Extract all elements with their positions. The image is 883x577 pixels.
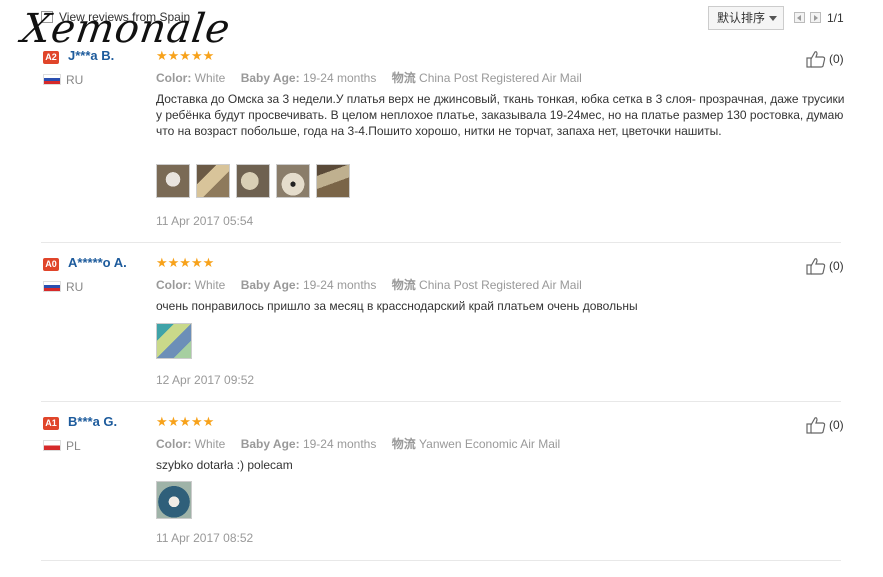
- review-text: szybko dotarła :) polecam: [156, 458, 293, 472]
- sort-dropdown[interactable]: 默认排序: [708, 6, 784, 30]
- chevron-down-icon: [769, 16, 777, 21]
- reviewer-name[interactable]: A*****o A.: [68, 255, 127, 270]
- order-info: Color: White Baby Age: 19-24 months 物流 C…: [156, 69, 594, 86]
- page-indicator: 1/1: [827, 11, 844, 25]
- helpful-button[interactable]: (0): [806, 50, 844, 68]
- review-photo-thumbnail[interactable]: [236, 164, 270, 198]
- shipping-value: China Post Registered Air Mail: [419, 278, 582, 292]
- review-date: 11 Apr 2017 08:52: [156, 531, 254, 545]
- age-label: Baby Age:: [240, 278, 300, 292]
- age-label: Baby Age:: [240, 437, 300, 451]
- review-date: 11 Apr 2017 05:54: [156, 214, 254, 228]
- age-value: 19-24 months: [302, 437, 377, 451]
- review-photos: [156, 164, 350, 198]
- order-info: Color: White Baby Age: 19-24 months 物流 Y…: [156, 435, 572, 452]
- review-photo-thumbnail[interactable]: [156, 481, 192, 519]
- color-value: White: [194, 278, 226, 292]
- helpful-button[interactable]: (0): [806, 257, 844, 275]
- next-page-button[interactable]: [810, 12, 821, 23]
- country-code: RU: [66, 280, 84, 294]
- order-info: Color: White Baby Age: 19-24 months 物流 C…: [156, 276, 594, 293]
- age-label: Baby Age:: [240, 71, 300, 85]
- country-code: RU: [66, 73, 84, 87]
- age-value: 19-24 months: [302, 71, 377, 85]
- helpful-count: (0): [829, 418, 844, 432]
- review-photos: [156, 323, 192, 359]
- shipping-label: 物流: [391, 437, 416, 451]
- sort-label: 默认排序: [717, 11, 766, 25]
- helpful-count: (0): [829, 52, 844, 66]
- helpful-count: (0): [829, 259, 844, 273]
- watermark-logo: Xemonale: [18, 6, 234, 52]
- color-label: Color:: [156, 278, 192, 292]
- review-photos: [156, 481, 192, 519]
- buyer-level-badge: A1: [43, 417, 59, 430]
- prev-page-button[interactable]: [794, 12, 805, 23]
- prev-arrow-icon: [797, 15, 801, 21]
- review-photo-thumbnail[interactable]: [316, 164, 350, 198]
- shipping-value: China Post Registered Air Mail: [419, 71, 582, 85]
- reviewer-name[interactable]: B***a G.: [68, 414, 117, 429]
- age-value: 19-24 months: [302, 278, 377, 292]
- buyer-level-badge: A0: [43, 258, 59, 271]
- review-photo-thumbnail[interactable]: [156, 323, 192, 359]
- review-photo-thumbnail[interactable]: [156, 164, 190, 198]
- color-value: White: [194, 71, 226, 85]
- review-divider: [41, 242, 841, 243]
- country-flag-icon: [43, 440, 61, 451]
- helpful-button[interactable]: (0): [806, 416, 844, 434]
- review-text: Доставка до Омска за 3 недели.У платья в…: [156, 92, 845, 138]
- country-flag-icon: [43, 74, 61, 85]
- color-value: White: [194, 437, 226, 451]
- color-label: Color:: [156, 71, 192, 85]
- rating-stars: ★★★★★: [156, 414, 215, 429]
- rating-stars: ★★★★★: [156, 255, 215, 270]
- country-code: PL: [66, 439, 81, 453]
- review-photo-thumbnail[interactable]: [276, 164, 310, 198]
- buyer-level-badge: A2: [43, 51, 59, 64]
- thumbs-up-icon: [806, 51, 826, 68]
- thumbs-up-icon: [806, 258, 826, 275]
- review-photo-thumbnail[interactable]: [196, 164, 230, 198]
- next-arrow-icon: [814, 15, 818, 21]
- review-date: 12 Apr 2017 09:52: [156, 373, 255, 387]
- country-flag-icon: [43, 281, 61, 292]
- review-text: очень понравилось пришло за месяц в крас…: [156, 299, 638, 313]
- thumbs-up-icon: [806, 417, 826, 434]
- shipping-label: 物流: [391, 278, 416, 292]
- review-divider: [41, 560, 841, 561]
- shipping-value: Yanwen Economic Air Mail: [419, 437, 561, 451]
- reviewer-name[interactable]: J***a B.: [68, 48, 114, 63]
- rating-stars: ★★★★★: [156, 48, 215, 63]
- shipping-label: 物流: [391, 71, 416, 85]
- color-label: Color:: [156, 437, 192, 451]
- review-divider: [41, 401, 841, 402]
